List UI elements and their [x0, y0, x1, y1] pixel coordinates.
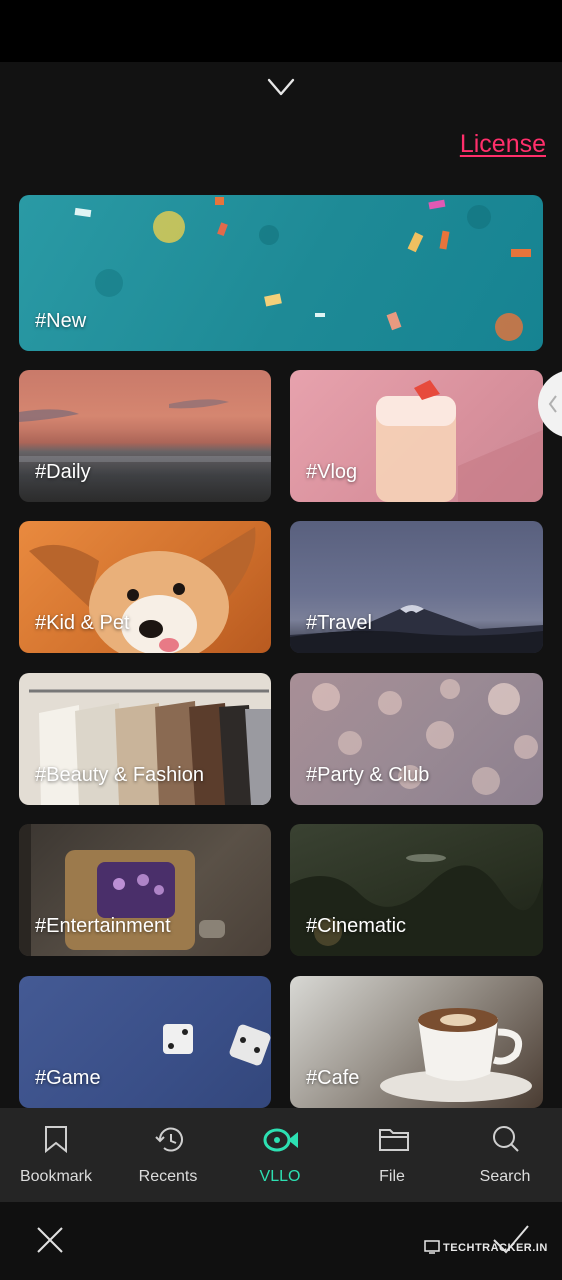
monitor-icon: [424, 1240, 440, 1254]
chevron-down-icon[interactable]: [266, 74, 296, 100]
bottom-nav: Bookmark Recents VLLO File Search: [0, 1108, 562, 1202]
category-card-vlog[interactable]: #Vlog: [290, 370, 543, 502]
category-card-new[interactable]: #New: [19, 195, 543, 351]
category-card-entertainment[interactable]: #Entertainment: [19, 824, 271, 956]
watermark-text: TECHTRACKER.IN: [443, 1242, 548, 1254]
nav-label: File: [379, 1168, 405, 1185]
category-card-daily[interactable]: #Daily: [19, 370, 271, 502]
nav-bookmark[interactable]: Bookmark: [0, 1108, 112, 1202]
category-label: #Vlog: [306, 461, 358, 483]
category-card-party-club[interactable]: #Party & Club: [290, 673, 543, 805]
category-label: #Game: [35, 1067, 101, 1089]
watermark: TECHTRACKER.IN: [424, 1240, 548, 1254]
nav-label: VLLO: [259, 1168, 301, 1185]
category-label: #New: [35, 310, 87, 332]
category-label: #Party & Club: [306, 764, 430, 786]
license-link[interactable]: License: [460, 130, 546, 159]
nav-label: Recents: [138, 1168, 198, 1185]
nav-recents[interactable]: Recents: [112, 1108, 224, 1202]
confetti-image: [74, 197, 531, 341]
history-icon: [155, 1127, 183, 1152]
category-label: #Travel: [306, 612, 372, 634]
nav-search[interactable]: Search: [449, 1108, 561, 1202]
category-card-kid-pet[interactable]: #Kid & Pet: [19, 521, 271, 653]
category-label: #Entertainment: [35, 915, 171, 937]
category-label: #Cafe: [306, 1067, 360, 1089]
category-label: #Kid & Pet: [35, 612, 130, 634]
category-label: #Beauty & Fashion: [35, 764, 204, 786]
category-grid: #New #Daily #Vlog #Kid & Pet #Travel #Be…: [0, 194, 562, 1108]
folder-icon: [379, 1129, 409, 1151]
close-icon[interactable]: [34, 1224, 66, 1256]
category-card-cafe[interactable]: #Cafe: [290, 976, 543, 1108]
status-bar: [0, 0, 562, 62]
nav-file[interactable]: File: [336, 1108, 448, 1202]
bookmark-icon: [45, 1126, 67, 1154]
nav-label: Search: [479, 1168, 531, 1185]
side-panel-handle[interactable]: [538, 370, 562, 438]
category-card-travel[interactable]: #Travel: [290, 521, 543, 653]
category-card-game[interactable]: #Game: [19, 976, 271, 1108]
category-label: #Cinematic: [306, 915, 407, 937]
nav-label: Bookmark: [19, 1168, 93, 1185]
fish-logo-icon: [263, 1128, 298, 1152]
category-card-beauty-fashion[interactable]: #Beauty & Fashion: [19, 673, 271, 805]
category-card-cinematic[interactable]: #Cinematic: [290, 824, 543, 956]
search-icon: [493, 1126, 519, 1152]
category-label: #Daily: [35, 461, 91, 483]
chevron-left-icon: [548, 395, 557, 413]
nav-vllo[interactable]: VLLO: [224, 1108, 336, 1202]
